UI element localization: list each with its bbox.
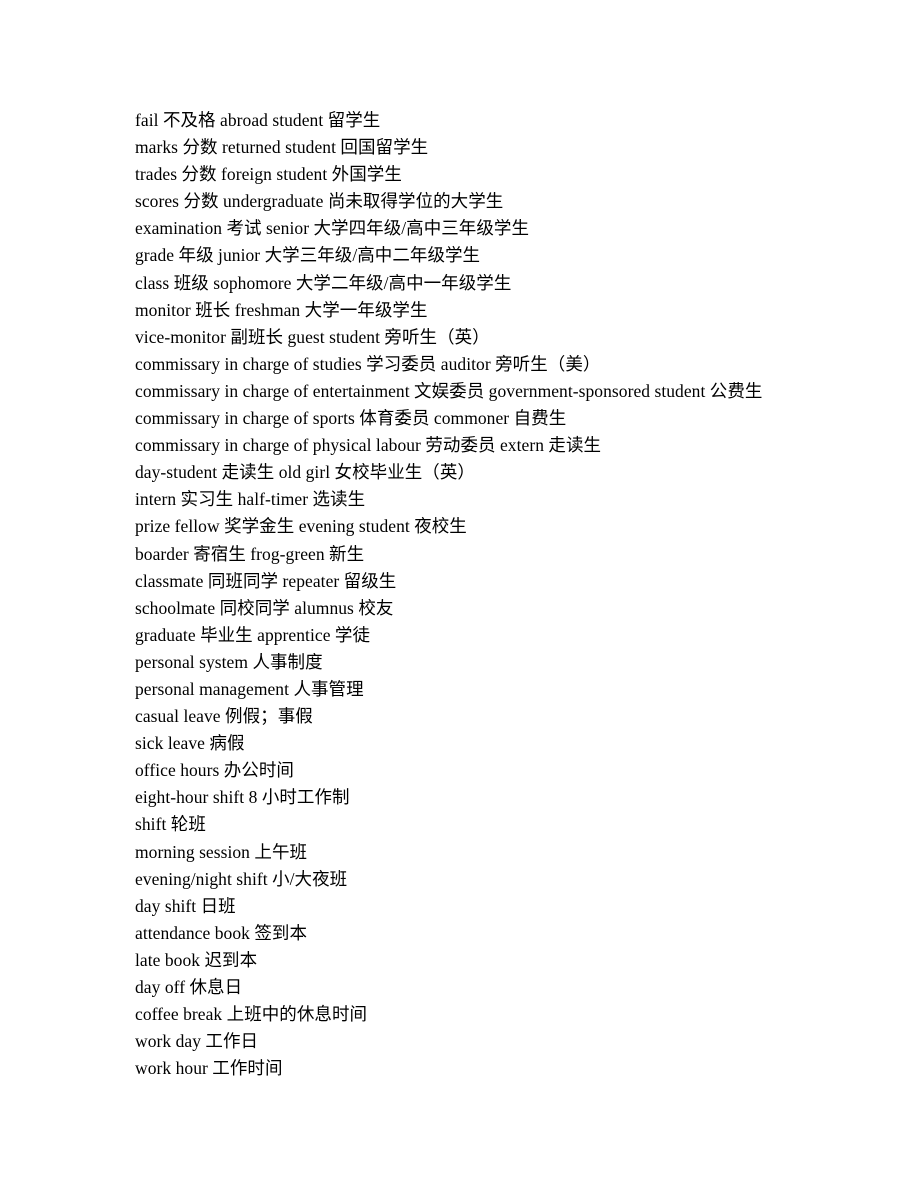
- vocabulary-line: vice-monitor 副班长 guest student 旁听生（英）: [135, 326, 490, 347]
- vocabulary-line: attendance book 签到本: [135, 922, 308, 943]
- vocabulary-line: eight-hour shift 8 小时工作制: [135, 787, 350, 808]
- vocabulary-line: work hour 工作时间: [135, 1058, 283, 1079]
- vocabulary-line: coffee break 上班中的休息时间: [135, 1004, 368, 1025]
- vocabulary-line: trades 分数 foreign student 外国学生: [135, 164, 402, 185]
- vocabulary-line: day shift 日班: [135, 895, 236, 916]
- vocabulary-line: commissary in charge of entertainment 文娱…: [135, 380, 763, 401]
- vocabulary-line: commissary in charge of studies 学习委员 aud…: [135, 353, 601, 374]
- vocabulary-line: work day 工作日: [135, 1031, 259, 1052]
- vocabulary-line: fail 不及格 abroad student 留学生: [135, 110, 381, 130]
- vocabulary-line: monitor 班长 freshman 大学一年级学生: [135, 299, 428, 320]
- vocabulary-list: fail 不及格 abroad student 留学生 marks 分数 retu…: [135, 107, 835, 1082]
- vocabulary-line: shift 轮班: [135, 814, 206, 835]
- vocabulary-line: prize fellow 奖学金生 evening student 夜校生: [135, 516, 467, 537]
- vocabulary-line: personal system 人事制度: [135, 651, 323, 672]
- vocabulary-line: boarder 寄宿生 frog-green 新生: [135, 543, 365, 564]
- vocabulary-line: examination 考试 senior 大学四年级/高中三年级学生: [135, 218, 530, 239]
- document-page: fail 不及格 abroad student 留学生 marks 分数 retu…: [0, 0, 920, 1191]
- vocabulary-line: day off 休息日: [135, 977, 243, 997]
- vocabulary-line: marks 分数 returned student 回国留学生: [135, 137, 429, 158]
- vocabulary-line: late book 迟到本: [135, 949, 258, 970]
- vocabulary-line: schoolmate 同校同学 alumnus 校友: [135, 597, 394, 618]
- vocabulary-line: evening/night shift 小/大夜班: [135, 868, 348, 889]
- vocabulary-line: office hours 办公时间: [135, 760, 294, 781]
- vocabulary-line: grade 年级 junior 大学三年级/高中二年级学生: [135, 245, 481, 266]
- vocabulary-line: class 班级 sophomore 大学二年级/高中一年级学生: [135, 272, 512, 293]
- vocabulary-line: personal management 人事管理: [135, 678, 364, 699]
- vocabulary-line: morning session 上午班: [135, 841, 308, 862]
- vocabulary-line: commissary in charge of sports 体育委员 comm…: [135, 408, 567, 429]
- vocabulary-line: commissary in charge of physical labour …: [135, 435, 602, 456]
- vocabulary-line: day-student 走读生 old girl 女校毕业生（英）: [135, 462, 475, 483]
- vocabulary-line: intern 实习生 half-timer 选读生: [135, 489, 366, 510]
- vocabulary-line: graduate 毕业生 apprentice 学徒: [135, 624, 371, 645]
- vocabulary-line: casual leave 例假；事假: [135, 706, 313, 727]
- vocabulary-line: classmate 同班同学 repeater 留级生: [135, 570, 397, 591]
- vocabulary-line: scores 分数 undergraduate 尚未取得学位的大学生: [135, 191, 504, 212]
- vocabulary-line: sick leave 病假: [135, 733, 245, 754]
